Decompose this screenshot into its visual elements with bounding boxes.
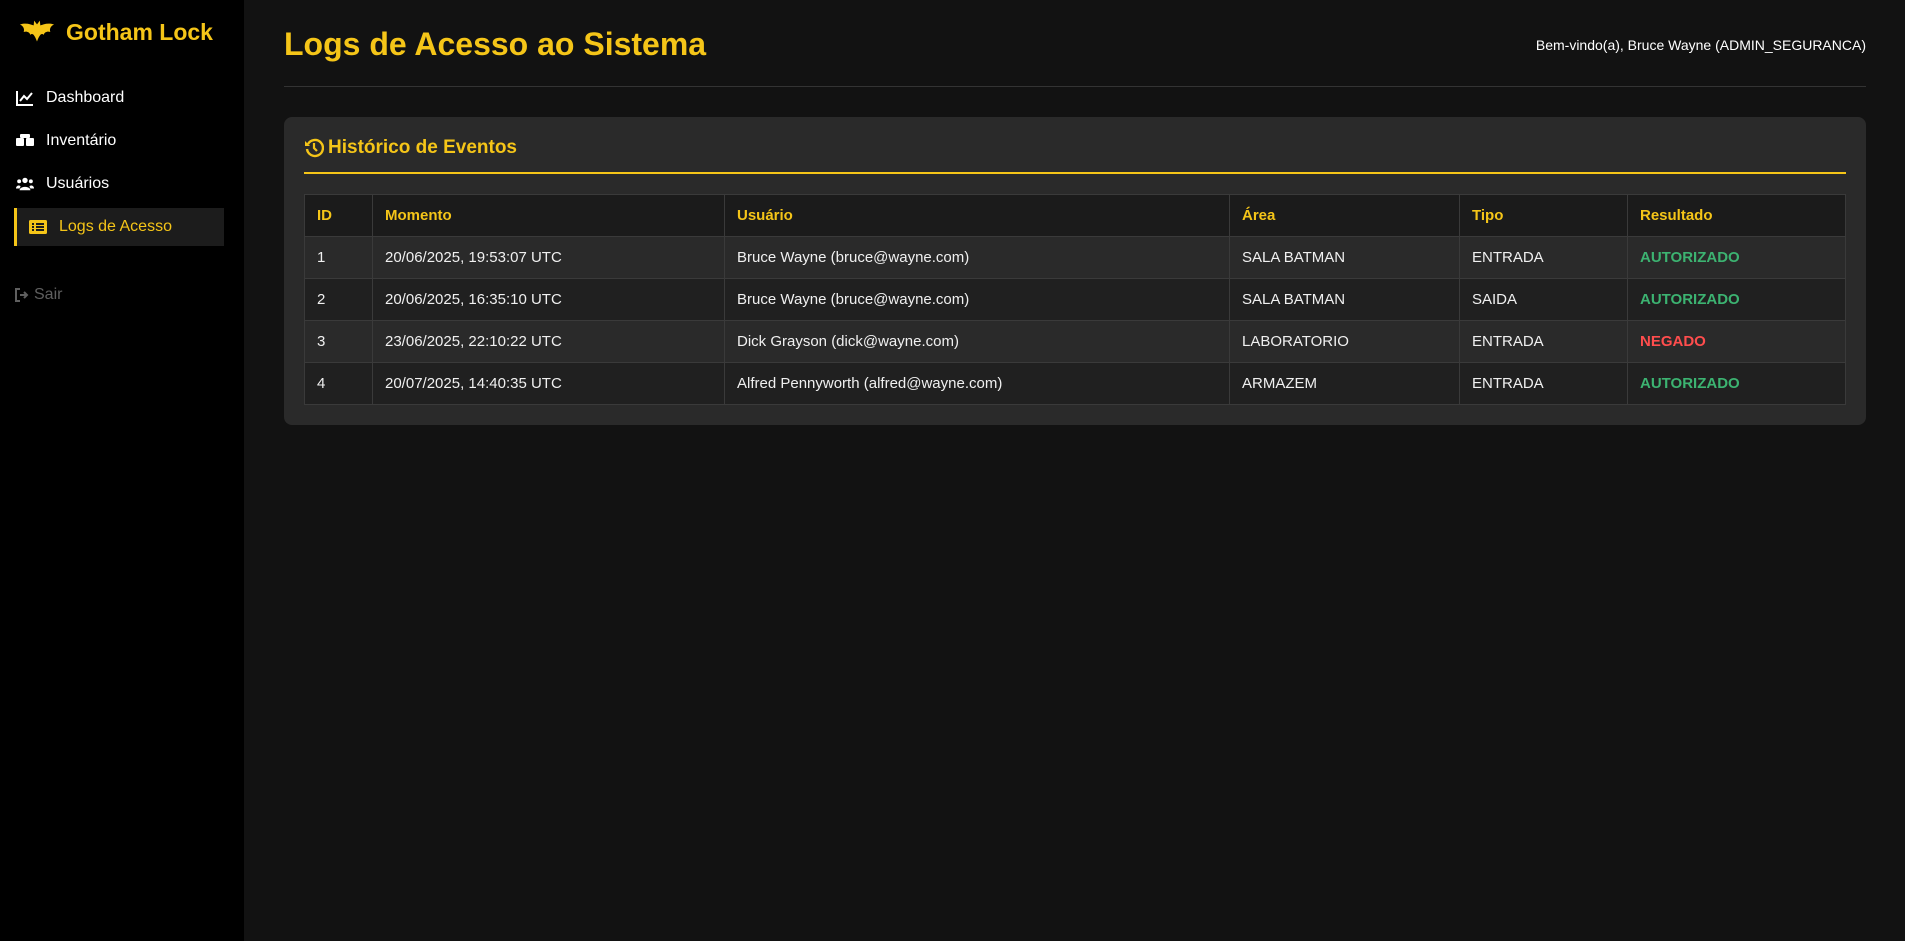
cell-area: SALA BATMAN (1229, 278, 1460, 321)
users-icon (16, 176, 34, 192)
sidebar-item-access-logs[interactable]: Logs de Acesso (14, 208, 224, 246)
cell-area: LABORATORIO (1229, 320, 1460, 363)
cell-id: 1 (304, 236, 373, 279)
cell-momento: 20/06/2025, 19:53:07 UTC (372, 236, 725, 279)
column-header-resultado[interactable]: Resultado (1627, 194, 1846, 237)
bat-logo-icon (19, 20, 55, 42)
app-root: Gotham Lock Dashboard Inventário Usuário… (0, 0, 1905, 941)
table-row[interactable]: 2 20/06/2025, 16:35:10 UTC Bruce Wayne (… (304, 278, 1846, 321)
welcome-text: Bem-vindo(a), Bruce Wayne (ADMIN_SEGURAN… (1535, 36, 1866, 53)
history-icon (305, 138, 324, 157)
cell-resultado: NEGADO (1627, 320, 1846, 363)
cell-id: 4 (304, 362, 373, 405)
table-header-row: ID Momento Usuário Área Tipo Resultado (304, 194, 1846, 237)
sidebar-item-label: Logs de Acesso (59, 218, 172, 235)
page-header: Logs de Acesso ao Sistema Bem-vindo(a), … (284, 0, 1866, 87)
events-table: ID Momento Usuário Área Tipo Resultado 1… (304, 194, 1846, 405)
cell-tipo: ENTRADA (1459, 236, 1628, 279)
events-card: Histórico de Eventos ID Momento Usuário … (284, 117, 1866, 425)
column-header-momento[interactable]: Momento (372, 194, 725, 237)
card-title: Histórico de Eventos (304, 133, 1846, 174)
cell-usuario: Bruce Wayne (bruce@wayne.com) (724, 236, 1230, 279)
cell-tipo: ENTRADA (1459, 320, 1628, 363)
cell-resultado: AUTORIZADO (1627, 362, 1846, 405)
cell-area: ARMAZEM (1229, 362, 1460, 405)
cell-tipo: SAIDA (1459, 278, 1628, 321)
list-icon (29, 219, 47, 235)
sidebar-item-users[interactable]: Usuários (14, 165, 224, 203)
sidebar-item-label: Inventário (46, 132, 117, 149)
cell-resultado: AUTORIZADO (1627, 278, 1846, 321)
brand-name: Gotham Lock (66, 18, 213, 45)
logout-button[interactable]: Sair (14, 286, 224, 304)
sidebar-nav: Dashboard Inventário Usuários Logs de Ac… (14, 79, 224, 246)
cell-usuario: Alfred Pennyworth (alfred@wayne.com) (724, 362, 1230, 405)
sidebar-item-inventory[interactable]: Inventário (14, 122, 224, 160)
sidebar: Gotham Lock Dashboard Inventário Usuário… (0, 0, 244, 941)
brand[interactable]: Gotham Lock (18, 14, 224, 50)
sidebar-item-dashboard[interactable]: Dashboard (14, 79, 224, 117)
cell-area: SALA BATMAN (1229, 236, 1460, 279)
cell-momento: 23/06/2025, 22:10:22 UTC (372, 320, 725, 363)
boxes-icon (16, 133, 34, 149)
sign-out-icon (15, 288, 29, 302)
cell-id: 3 (304, 320, 373, 363)
sidebar-item-label: Usuários (46, 175, 110, 192)
chart-line-icon (16, 90, 34, 106)
cell-tipo: ENTRADA (1459, 362, 1628, 405)
cell-momento: 20/07/2025, 14:40:35 UTC (372, 362, 725, 405)
column-header-usuario[interactable]: Usuário (724, 194, 1230, 237)
cell-momento: 20/06/2025, 16:35:10 UTC (372, 278, 725, 321)
cell-usuario: Bruce Wayne (bruce@wayne.com) (724, 278, 1230, 321)
sidebar-item-label: Dashboard (46, 89, 125, 106)
cell-usuario: Dick Grayson (dick@wayne.com) (724, 320, 1230, 363)
column-header-area[interactable]: Área (1229, 194, 1460, 237)
column-header-tipo[interactable]: Tipo (1459, 194, 1628, 237)
logout-label: Sair (34, 286, 63, 303)
table-row[interactable]: 3 23/06/2025, 22:10:22 UTC Dick Grayson … (304, 320, 1846, 363)
card-title-text: Histórico de Eventos (328, 136, 517, 158)
page-title: Logs de Acesso ao Sistema (284, 26, 707, 62)
table-row[interactable]: 1 20/06/2025, 19:53:07 UTC Bruce Wayne (… (304, 236, 1846, 279)
table-row[interactable]: 4 20/07/2025, 14:40:35 UTC Alfred Pennyw… (304, 362, 1846, 405)
cell-resultado: AUTORIZADO (1627, 236, 1846, 279)
column-header-id[interactable]: ID (304, 194, 373, 237)
cell-id: 2 (304, 278, 373, 321)
main-content: Logs de Acesso ao Sistema Bem-vindo(a), … (244, 0, 1905, 941)
